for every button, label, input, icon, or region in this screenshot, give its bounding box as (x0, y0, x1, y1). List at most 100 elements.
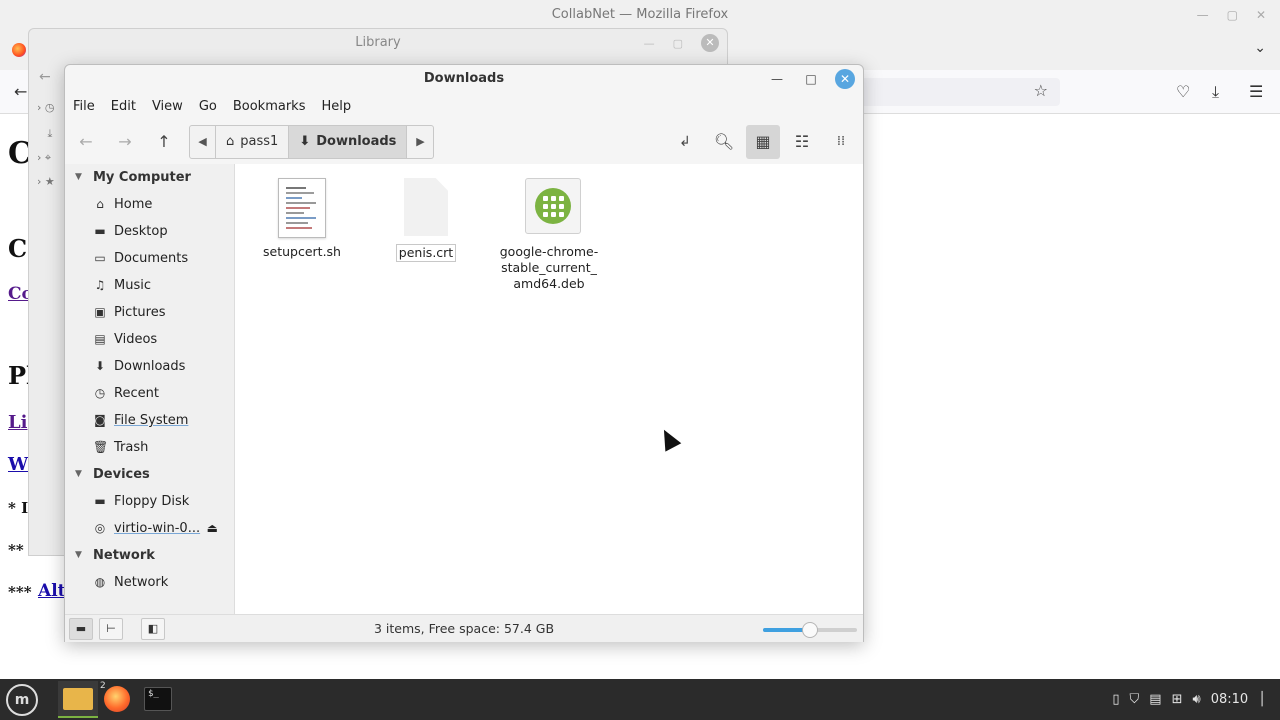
taskbar-firefox-button[interactable]: 2 (98, 681, 138, 718)
sidebar-item-recent[interactable]: ◷ Recent (65, 380, 234, 407)
firefox-tab-icon[interactable] (12, 43, 26, 57)
path-segment-current[interactable]: ⬇ Downloads (289, 126, 408, 158)
home-icon: ⌂ (96, 197, 104, 211)
back-arrow-icon[interactable]: ← (14, 82, 27, 101)
back-arrow-icon[interactable]: ← (39, 69, 51, 85)
page-link-fragment[interactable]: Alt (38, 581, 66, 601)
sidebar-item-home[interactable]: ⌂ Home (65, 191, 234, 218)
path-left-arrow-icon[interactable]: ◀ (190, 126, 216, 158)
sidebar-item-music[interactable]: ♫ Music (65, 272, 234, 299)
page-link-fragment[interactable]: W (8, 454, 28, 475)
download-icon[interactable]: ⤓ (1212, 82, 1219, 102)
toggle-location-icon[interactable]: ↲ (668, 125, 702, 159)
eject-icon[interactable]: ⏏ (207, 515, 218, 542)
shield-icon[interactable]: ⛉ (1130, 692, 1140, 707)
sidebar-item-label: Downloads (114, 359, 186, 374)
maximize-icon[interactable]: □ (801, 69, 821, 89)
sidebar-item-floppy-disk[interactable]: ▬ Floppy Disk (65, 488, 234, 515)
taskbar-terminal-button[interactable]: $_ (138, 681, 178, 718)
sidebar-section-network[interactable]: ▼ Network (65, 542, 234, 569)
firefox-icon (104, 686, 130, 712)
expand-icon[interactable]: › ◷ (37, 101, 55, 114)
file-item-setupcert[interactable]: setupcert.sh (247, 178, 357, 260)
forward-arrow-icon[interactable]: → (108, 125, 142, 159)
window-title: Downloads (423, 71, 505, 86)
menu-bookmarks[interactable]: Bookmarks (225, 93, 314, 119)
sidebar-section-devices[interactable]: ▼ Devices (65, 461, 234, 488)
close-icon[interactable]: ✕ (701, 34, 719, 52)
maximize-icon[interactable]: ▢ (673, 37, 683, 50)
menu-edit[interactable]: Edit (103, 93, 144, 119)
disc-icon: ◎ (94, 521, 106, 535)
sidebar-item-file-system[interactable]: ◙ File System (65, 407, 234, 434)
sidebar-item-virtio-disc[interactable]: ◎ virtio-win-0... ⏏ (65, 515, 234, 542)
sidebar-item-network[interactable]: ◍ Network (65, 569, 234, 596)
menu-help[interactable]: Help (313, 93, 359, 119)
volume-icon[interactable]: 🔊︎ (1193, 692, 1201, 707)
close-icon[interactable]: ✕ (835, 69, 855, 89)
file-item-certificate[interactable]: penis.crt (371, 178, 481, 262)
update-icon[interactable]: ▤ (1149, 692, 1161, 707)
hide-sidebar-icon[interactable]: ◧ (141, 618, 165, 640)
zoom-slider[interactable] (763, 622, 857, 638)
taskbar-files-button[interactable] (58, 681, 98, 718)
star-icon[interactable]: ☆ (1034, 81, 1048, 100)
pocket-icon[interactable]: ♡ (1176, 82, 1190, 101)
menu-icon[interactable]: ☰ (1249, 82, 1263, 101)
expand-icon[interactable]: › ★ (37, 175, 55, 188)
icon-view-icon[interactable]: ▦ (746, 125, 780, 159)
start-menu-icon[interactable]: m (6, 684, 38, 716)
library-window-controls: — ▢ ✕ (644, 34, 719, 52)
clock[interactable]: 08:10 (1211, 692, 1248, 707)
list-view-icon[interactable]: ☷ (785, 125, 819, 159)
minimize-icon[interactable]: — (767, 69, 787, 89)
show-places-icon[interactable]: ▬ (69, 618, 93, 640)
menu-view[interactable]: View (144, 93, 191, 119)
expand-icon[interactable]: › ⌖ (37, 151, 51, 165)
clipboard-icon[interactable]: ▯ (1112, 692, 1119, 707)
sidebar-item-trash[interactable]: 🗑︎ Trash (65, 434, 234, 461)
path-segment-home[interactable]: ⌂ pass1 (216, 126, 290, 158)
show-desktop-icon[interactable]: │ (1258, 692, 1266, 707)
network-icon[interactable]: ⊞ (1172, 692, 1183, 707)
package-file-icon (525, 178, 581, 238)
sidebar-section-label: My Computer (93, 170, 191, 185)
statusbar: 3 items, Free space: 57.4 GB ▬ ⊢ ◧ (65, 614, 863, 642)
minimize-icon[interactable]: — (644, 37, 655, 50)
search-icon[interactable]: 🔍︎ (707, 125, 741, 159)
pictures-icon: ▣ (94, 305, 106, 319)
maximize-icon[interactable]: ▢ (1227, 0, 1238, 30)
menu-go[interactable]: Go (191, 93, 225, 119)
show-tree-icon[interactable]: ⊢ (99, 618, 123, 640)
sidebar-item-documents[interactable]: ▭ Documents (65, 245, 234, 272)
sidebar-item-downloads[interactable]: ⬇ Downloads (65, 353, 234, 380)
terminal-prompt: $_ (148, 689, 159, 699)
sidebar-item-label: Recent (114, 386, 159, 401)
downloads-icon[interactable]: ⤓ (37, 127, 52, 141)
sidebar-item-desktop[interactable]: ▬ Desktop (65, 218, 234, 245)
path-right-arrow-icon[interactable]: ▶ (407, 126, 433, 158)
firefox-window-title: CollabNet — Mozilla Firefox (551, 7, 729, 22)
chevron-down-icon[interactable]: ⌄ (1254, 40, 1266, 56)
download-arrow-icon: ⬇ (299, 134, 311, 149)
collapse-triangle-icon: ▼ (75, 469, 82, 479)
window-count-badge: 2 (100, 681, 106, 691)
sidebar-section-my-computer[interactable]: ▼ My Computer (65, 164, 234, 191)
file-item-chrome-deb[interactable]: google-chrome- stable_current_ amd64.deb (494, 178, 604, 292)
menu-file[interactable]: File (65, 93, 103, 119)
compact-view-icon[interactable]: ⁞⁞ (824, 125, 858, 159)
sidebar-item-videos[interactable]: ▤ Videos (65, 326, 234, 353)
file-name: google-chrome- stable_current_ amd64.deb (494, 244, 604, 292)
page-link-fragment[interactable]: Li (8, 412, 28, 433)
minimize-icon[interactable]: — (1197, 0, 1209, 30)
up-arrow-icon[interactable]: ↑ (147, 125, 181, 159)
terminal-icon: $_ (144, 687, 172, 711)
zoom-slider-handle[interactable] (802, 622, 818, 638)
path-segment-label: Downloads (316, 134, 397, 149)
close-icon[interactable]: ✕ (1256, 0, 1266, 30)
page-text-fragment: ** (8, 541, 24, 559)
file-view[interactable]: setupcert.sh penis.crt google-chrome- st… (235, 164, 863, 614)
back-arrow-icon[interactable]: ← (69, 125, 103, 159)
downloads-icon: ⬇ (94, 359, 106, 373)
sidebar-item-pictures[interactable]: ▣ Pictures (65, 299, 234, 326)
